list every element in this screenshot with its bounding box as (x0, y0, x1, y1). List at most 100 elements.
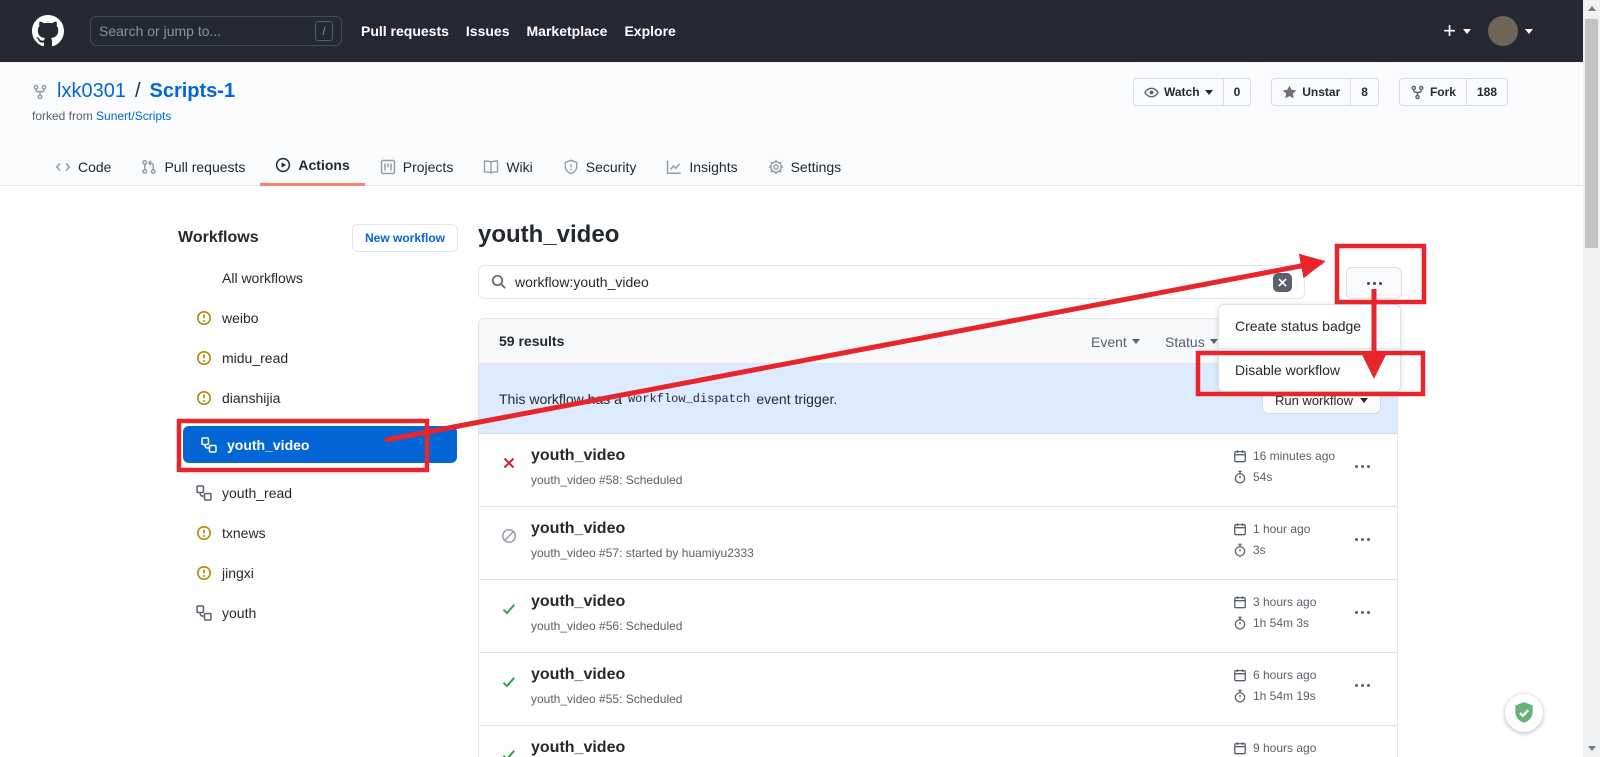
star-count[interactable]: 8 (1350, 79, 1378, 105)
create-new-caret-icon[interactable] (1463, 29, 1471, 34)
run-title-link[interactable]: youth_video (531, 447, 625, 465)
scroll-up-arrow[interactable] (1583, 0, 1600, 17)
fork-button[interactable]: Fork (1400, 79, 1466, 105)
tab-label: Pull requests (164, 159, 245, 175)
watch-count[interactable]: 0 (1223, 79, 1251, 105)
user-menu-caret-icon[interactable] (1525, 29, 1533, 34)
nav-marketplace[interactable]: Marketplace (527, 23, 608, 39)
repo-forked-icon (32, 84, 48, 100)
run-meta: 3 hours ago 1h 54m 3s (1233, 591, 1316, 633)
runs-search-input[interactable] (515, 274, 1265, 290)
workflow-options-button[interactable] (1346, 267, 1402, 299)
tab-label: Settings (791, 159, 842, 175)
run-time: 16 minutes ago (1253, 449, 1335, 463)
alert-icon (196, 565, 212, 581)
sidebar-item-youth[interactable]: youth (178, 593, 458, 633)
tab-wiki[interactable]: Wiki (468, 147, 547, 186)
sidebar-title: Workflows (178, 229, 259, 247)
run-title-link[interactable]: youth_video (531, 520, 625, 538)
nav-issues[interactable]: Issues (466, 23, 510, 39)
event-filter-label: Event (1091, 334, 1127, 350)
tab-pull-requests[interactable]: Pull requests (126, 147, 260, 186)
fork-count[interactable]: 188 (1466, 79, 1507, 105)
scroll-down-arrow[interactable] (1583, 740, 1600, 757)
menu-item-disable-workflow[interactable]: Disable workflow (1219, 348, 1400, 391)
menu-item-create-status-badge[interactable]: Create status badge (1219, 305, 1400, 348)
nav-pull-requests[interactable]: Pull requests (361, 23, 449, 39)
banner-text: This workflow has a (499, 391, 622, 407)
event-filter-dropdown[interactable]: Event (1091, 319, 1140, 364)
run-title-link[interactable]: youth_video (531, 593, 625, 611)
workflow-run-row: youth_video 9 hours ago (479, 726, 1397, 757)
workflow-run-row: youth_video youth_video #58: Scheduled 1… (479, 434, 1397, 507)
tab-insights[interactable]: Insights (651, 147, 752, 186)
workflow-label: jingxi (222, 565, 254, 581)
shield-icon (563, 159, 579, 175)
stopwatch-icon (1233, 616, 1247, 630)
sidebar-item-txnews[interactable]: txnews (178, 513, 458, 553)
tab-label: Projects (403, 159, 454, 175)
tab-label: Wiki (506, 159, 532, 175)
sidebar-item-midu-read[interactable]: midu_read (178, 338, 458, 378)
project-icon (380, 159, 396, 175)
sidebar-item-weibo[interactable]: weibo (178, 298, 458, 338)
header-search-input[interactable] (99, 23, 315, 39)
repo-title: lxk0301 / Scripts-1 (32, 80, 235, 103)
nav-explore[interactable]: Explore (624, 23, 675, 39)
success-check-icon (501, 674, 517, 690)
sidebar-item-youth-read[interactable]: youth_read (178, 473, 458, 513)
repo-tabs: Code Pull requests Actions Projects Wiki… (40, 147, 856, 186)
run-options-kebab-icon[interactable] (1355, 684, 1370, 687)
header-search-box: / (90, 16, 342, 46)
repo-owner-link[interactable]: lxk0301 (57, 80, 126, 103)
chevron-down-icon (1132, 339, 1140, 344)
create-new-icon[interactable]: + (1443, 20, 1456, 42)
tab-security[interactable]: Security (548, 147, 652, 186)
workflow-options-menu: Create status badge Disable workflow (1218, 304, 1401, 392)
watch-label: Watch (1164, 85, 1200, 99)
workflow-label: dianshijia (222, 390, 280, 406)
tab-projects[interactable]: Projects (365, 147, 469, 186)
new-workflow-button[interactable]: New workflow (352, 224, 458, 252)
scrollbar-thumb[interactable] (1585, 19, 1598, 248)
run-options-kebab-icon[interactable] (1355, 465, 1370, 468)
user-avatar[interactable] (1488, 16, 1518, 46)
alert-icon (196, 310, 212, 326)
unstar-button[interactable]: Unstar (1272, 79, 1350, 105)
run-title-link[interactable]: youth_video (531, 739, 625, 757)
workflow-run-row: youth_video youth_video #56: Scheduled 3… (479, 580, 1397, 653)
repo-name-link[interactable]: Scripts-1 (150, 80, 236, 103)
status-filter-dropdown[interactable]: Status (1165, 319, 1218, 364)
calendar-icon (1233, 741, 1247, 755)
run-options-kebab-icon[interactable] (1355, 611, 1370, 614)
sidebar-item-jingxi[interactable]: jingxi (178, 553, 458, 593)
adguard-badge[interactable] (1505, 694, 1543, 732)
sidebar-item-all-workflows[interactable]: All workflows (178, 258, 458, 298)
run-title-link[interactable]: youth_video (531, 666, 625, 684)
results-count: 59 results (499, 333, 564, 349)
workflow-run-row: youth_video youth_video #57: started by … (479, 507, 1397, 580)
status-filter-label: Status (1165, 334, 1205, 350)
tab-settings[interactable]: Settings (753, 147, 857, 186)
forked-from-link[interactable]: Sunert/Scripts (96, 109, 171, 123)
sidebar-item-youth-video[interactable]: youth_video (183, 426, 457, 463)
github-logo-icon[interactable] (32, 15, 64, 47)
clear-search-icon[interactable] (1273, 273, 1292, 292)
cancelled-icon (501, 528, 517, 544)
workflow-run-row: youth_video youth_video #55: Scheduled 6… (479, 653, 1397, 726)
graph-icon (666, 159, 682, 175)
play-circle-icon (275, 157, 291, 173)
vertical-scrollbar[interactable] (1583, 0, 1600, 757)
watch-button[interactable]: Watch (1134, 79, 1223, 105)
tab-code[interactable]: Code (40, 147, 126, 186)
alert-icon (196, 525, 212, 541)
sidebar-item-dianshijia[interactable]: dianshijia (178, 378, 458, 418)
run-time: 9 hours ago (1253, 741, 1316, 755)
tab-label: Actions (298, 157, 349, 173)
run-options-kebab-icon[interactable] (1355, 538, 1370, 541)
stopwatch-icon (1233, 689, 1247, 703)
calendar-icon (1233, 522, 1247, 536)
page-title: youth_video (478, 221, 619, 249)
stopwatch-icon (1233, 470, 1247, 484)
tab-actions[interactable]: Actions (260, 147, 364, 186)
